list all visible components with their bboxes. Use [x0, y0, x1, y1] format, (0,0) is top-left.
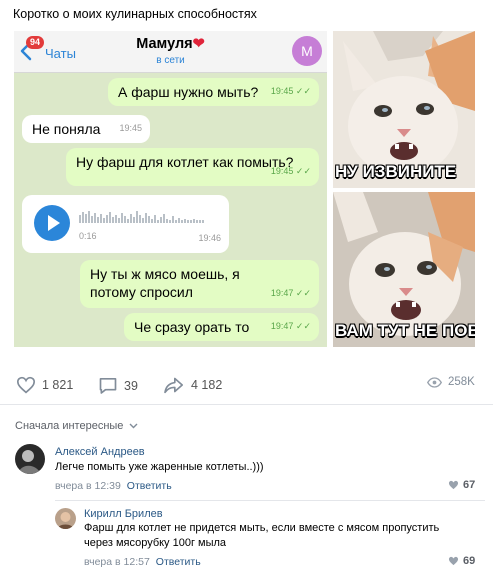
comment-icon [99, 378, 117, 394]
meme-caption: НУ ИЗВИНИТЕ [335, 162, 457, 181]
voice-message: 0:16 19:46 [22, 195, 229, 253]
play-icon[interactable] [34, 205, 70, 241]
message-time: 19:45 [119, 123, 142, 133]
contact-name-text: Мамуля [136, 36, 193, 52]
chat-screenshot: 94 Чаты Мамуля❤ в сети М А фарш нужно мы… [14, 31, 327, 347]
divider [55, 500, 485, 501]
comments-sort-dropdown[interactable]: Сначала интересные [15, 420, 138, 432]
message-time-text: 19:45 [270, 86, 294, 96]
message-time: 19:47 ✓✓ [270, 321, 311, 331]
avatar[interactable]: М [292, 36, 322, 66]
reply-button[interactable]: Ответить [127, 480, 172, 492]
share-button[interactable]: 4 182 [163, 376, 222, 394]
message-incoming: Не поняла 19:45 [22, 115, 150, 143]
comment-text: Легче помыть уже жаренные котлеты..))) [55, 461, 264, 473]
heart-outline-icon [16, 376, 36, 394]
comment-author[interactable]: Алексей Андреев [55, 446, 145, 458]
meme-image-top[interactable]: НУ ИЗВИНИТЕ [333, 31, 475, 188]
like-button[interactable]: 1 821 [16, 376, 73, 394]
views-counter: 258K [427, 376, 475, 388]
message-time: 19:45 ✓✓ [270, 166, 311, 176]
comment-author[interactable]: Кирилл Брилев [84, 508, 163, 520]
views-count: 258K [448, 376, 475, 388]
message-text: Ну фарш для котлет как помыть? [76, 154, 294, 170]
comment-like-button[interactable]: 67 [448, 479, 475, 491]
message-time-text: 19:45 [270, 166, 294, 176]
heart-icon [448, 480, 459, 490]
post-title: Коротко о моих кулинарных способностях [13, 7, 257, 21]
meme-caption: ВАМ ТУТ НЕ ПОВ [335, 321, 475, 340]
share-count: 4 182 [191, 378, 223, 392]
comment-like-button[interactable]: 69 [448, 555, 475, 567]
meme-image-bottom[interactable]: ВАМ ТУТ НЕ ПОВ [333, 192, 475, 347]
comment-date[interactable]: вчера в 12:39 [55, 480, 121, 492]
message-time: 19:45 ✓✓ [270, 86, 311, 96]
comment-like-count: 67 [463, 479, 476, 491]
sort-label: Сначала интересные [15, 420, 124, 432]
message-outgoing: Ну фарш для котлет как помыть? 19:45 ✓✓ [66, 148, 319, 186]
waveform-icon [79, 211, 204, 223]
avatar[interactable] [55, 508, 76, 529]
message-outgoing: Ну ты ж мясо моешь, я потому спросил 19:… [80, 260, 319, 308]
message-text: Ну ты ж мясо моешь, я потому спросил [90, 266, 240, 300]
message-time-text: 19:47 [270, 321, 294, 331]
heart-icon [448, 556, 459, 566]
reply-button[interactable]: Ответить [156, 556, 201, 568]
contact-status: в сети [156, 55, 185, 66]
like-count: 1 821 [42, 378, 74, 392]
comment-date[interactable]: вчера в 12:57 [84, 556, 150, 568]
comment-button[interactable]: 39 [98, 376, 138, 395]
chevron-down-icon [129, 423, 138, 429]
divider [0, 404, 493, 405]
voice-duration: 0:16 [79, 231, 97, 241]
message-time: 19:47 ✓✓ [270, 288, 311, 298]
comment-text: Фарш для котлет не придется мыть, если в… [84, 522, 440, 549]
comment-count: 39 [124, 378, 138, 393]
avatar-photo [15, 444, 45, 474]
avatar-photo [55, 508, 76, 529]
chat-header: 94 Чаты Мамуля❤ в сети М [14, 31, 327, 73]
message-text: А фарш нужно мыть? [118, 84, 259, 100]
message-outgoing: А фарш нужно мыть? 19:45 ✓✓ [108, 78, 319, 106]
heart-icon: ❤ [192, 36, 205, 52]
message-time: 19:46 [198, 233, 221, 243]
message-text: Че сразу орать то [134, 319, 250, 335]
message-text: Не поняла [32, 121, 101, 137]
eye-icon [427, 376, 442, 388]
message-time-text: 19:47 [270, 288, 294, 298]
comment-meta: вчера в 12:39 Ответить [55, 480, 172, 492]
post-actions: 1 821 39 4 182 258K [0, 372, 493, 398]
contact-name: Мамуля❤ [14, 36, 327, 52]
comment-meta: вчера в 12:57 Ответить [84, 556, 201, 568]
avatar[interactable] [15, 444, 45, 474]
share-icon [164, 377, 183, 394]
comment-like-count: 69 [463, 555, 476, 567]
message-outgoing: Че сразу орать то 19:47 ✓✓ [124, 313, 319, 341]
